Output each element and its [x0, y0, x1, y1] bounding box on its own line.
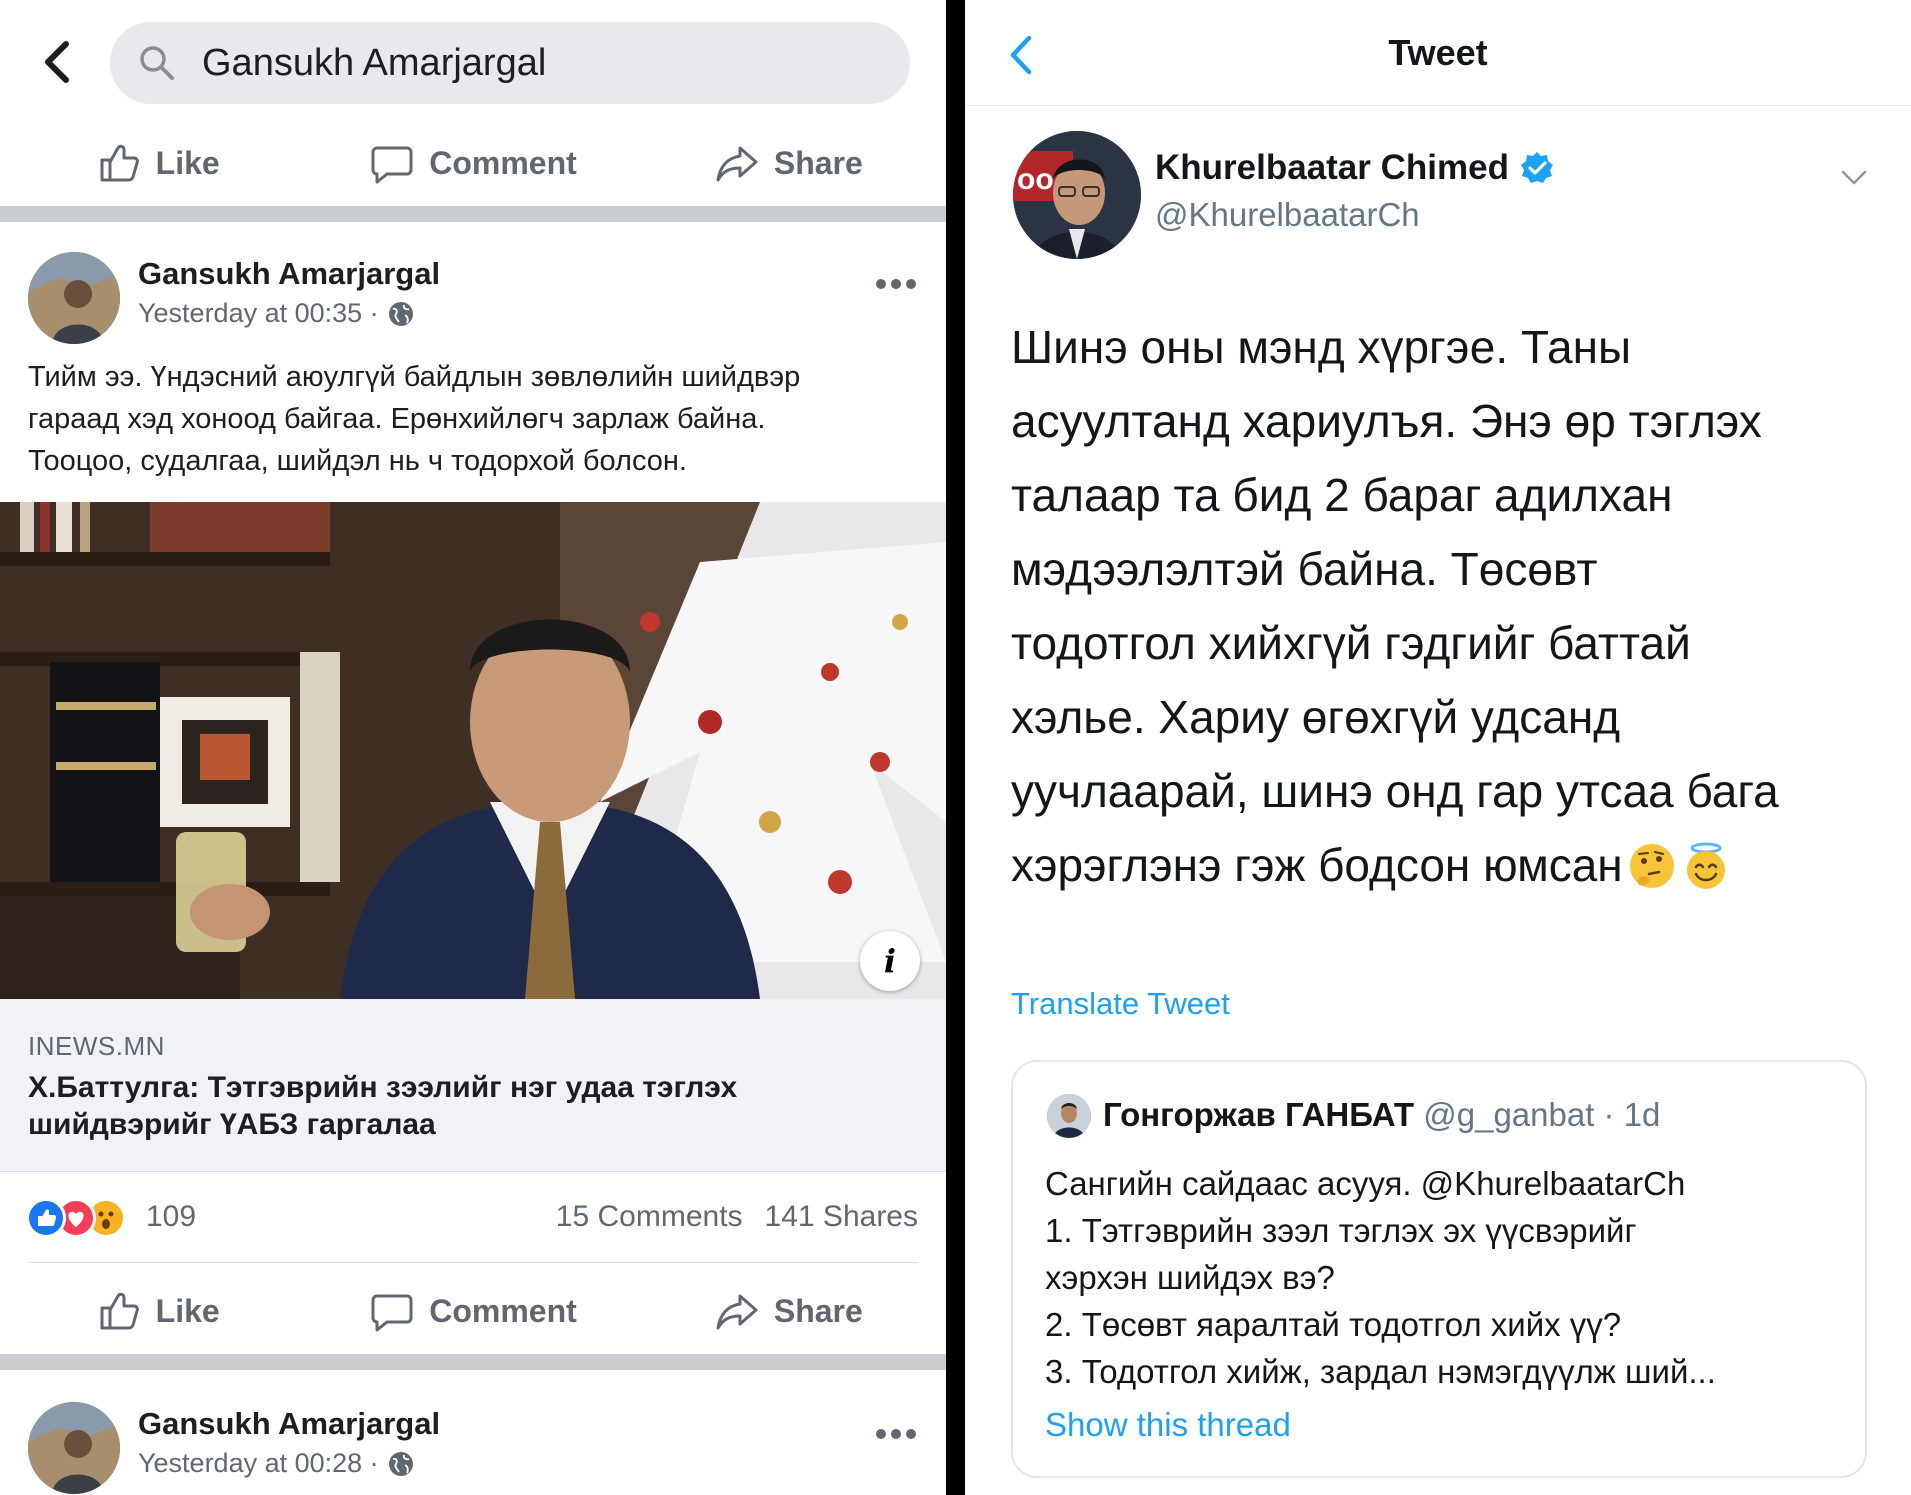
translate-tweet-link[interactable]: Translate Tweet	[1011, 986, 1230, 1022]
post-action-bar: Like Comment Share	[0, 1268, 946, 1354]
comment-bubble-icon	[371, 1294, 413, 1332]
globe-icon	[388, 1451, 413, 1476]
quoted-text-line: 2. Төсөвт яаралтай тодотгол хийх үү?	[1045, 1306, 1622, 1343]
svg-text:oo: oo	[1017, 163, 1054, 196]
quoted-tweet-age: · 1d	[1603, 1096, 1661, 1133]
quoted-author: Гонгоржав ГАНБАТ @g_ganbat · 1d	[1103, 1096, 1660, 1134]
reactions-bar: 109 15 Comments 141 Shares	[0, 1176, 946, 1260]
tweet-text-line: хэлье. Хариу өгөхгүй удсанд	[1011, 691, 1621, 743]
more-options-icon[interactable]	[876, 1426, 920, 1442]
like-reaction-icon	[26, 1198, 66, 1238]
quoted-avatar[interactable]	[1047, 1094, 1091, 1138]
avatar[interactable]	[28, 1402, 120, 1494]
comment-button[interactable]: Comment	[315, 1268, 630, 1354]
tweet-text-line: мэдээлэлтэй байна. Төсөвт	[1011, 543, 1598, 595]
link-domain: INEWS.MN	[28, 1031, 165, 1061]
chevron-down-icon[interactable]	[1837, 160, 1871, 194]
search-query[interactable]: Gansukh Amarjargal	[202, 40, 546, 86]
post-text-line: Тооцоо, судалгаа, шийдэл нь ч тодорхой б…	[28, 445, 687, 477]
tweet-text-line: уучлаарай, шинэ онд гар утсаа бага	[1011, 765, 1779, 817]
search-bar[interactable]: Gansukh Amarjargal	[110, 22, 910, 104]
post-separator	[0, 1354, 946, 1370]
tweet-text: Шинэ оны мэнд хүргэе. Таны асуултанд хар…	[1011, 310, 1881, 902]
info-icon[interactable]: i	[860, 931, 920, 991]
link-preview-image[interactable]: i	[0, 502, 946, 999]
back-arrow-icon[interactable]	[36, 36, 76, 88]
like-button[interactable]: Like	[0, 1268, 315, 1354]
like-label: Like	[155, 144, 220, 181]
link-preview-card[interactable]: INEWS.MN Х.Баттулга: Тэтгэврийн зээлийг …	[0, 999, 946, 1172]
post-text-line: Тийм ээ. Үндэсний аюулгүй байдлын зөвлөл…	[28, 361, 801, 393]
facebook-panel: Gansukh Amarjargal Like Comment Share Ga…	[0, 0, 946, 1495]
share-arrow-icon	[716, 146, 758, 182]
facebook-header: Gansukh Amarjargal	[0, 0, 946, 124]
author-handle[interactable]: @KhurelbaatarCh	[1155, 196, 1420, 234]
share-button[interactable]: Share	[631, 1268, 946, 1354]
author-name[interactable]: Khurelbaatar Chimed	[1155, 148, 1555, 188]
tweet-text-line: хэрэглэнэ гэж бодсон юмсан	[1011, 839, 1623, 891]
quoted-text-line: хэрхэн шийдэх вэ?	[1045, 1259, 1335, 1296]
show-thread-link[interactable]: Show this thread	[1045, 1406, 1291, 1444]
avatar[interactable]: oo	[1013, 131, 1141, 259]
tweet-text-line: Шинэ оны мэнд хүргэе. Таны	[1011, 321, 1632, 373]
tweet-header: Tweet	[965, 0, 1911, 106]
comment-button[interactable]: Comment	[315, 120, 630, 206]
thinking-face-icon	[1629, 844, 1674, 888]
link-title-line: шийдвэрийг ҮАБЗ гаргалаа	[28, 1108, 436, 1141]
tweet-text-line: тодотгол хийхгүй гэдгийг баттай	[1011, 617, 1691, 669]
quoted-author-name: Гонгоржав ГАНБАТ	[1103, 1096, 1415, 1133]
quoted-text-line: 3. Тодотгол хийж, зардал нэмэгдүүлж ший.…	[1045, 1353, 1716, 1390]
verified-badge-icon	[1520, 152, 1553, 183]
reaction-count[interactable]: 109	[146, 1200, 196, 1234]
page-title: Tweet	[1388, 32, 1488, 73]
post-timestamp[interactable]: Yesterday at 00:35 ·	[138, 298, 415, 329]
like-button[interactable]: Like	[0, 120, 315, 206]
panel-divider	[946, 0, 965, 1495]
quoted-text-line: 1. Тэтгэврийн зээл тэглэх эх үүсвэрийг	[1045, 1212, 1637, 1249]
thumbs-up-icon	[100, 1292, 139, 1330]
post-timestamp[interactable]: Yesterday at 00:28 ·	[138, 1448, 415, 1479]
smiling-face-with-halo-icon	[1686, 842, 1725, 889]
search-icon	[140, 46, 174, 80]
quoted-tweet-text: Сангийн сайдаас асууя. @KhurelbaatarCh 1…	[1045, 1160, 1845, 1395]
post-body: Тийм ээ. Үндэсний аюулгүй байдлын зөвлөл…	[28, 356, 928, 482]
comment-bubble-icon	[371, 146, 413, 184]
tweet-text-line: асуултанд хариулъя. Энэ өр тэглэх	[1011, 395, 1762, 447]
share-button[interactable]: Share	[631, 120, 946, 206]
post-separator	[0, 206, 946, 222]
engagement-stats: 15 Comments 141 Shares	[556, 1200, 918, 1234]
share-arrow-icon	[716, 1294, 758, 1330]
author-name-text: Khurelbaatar Chimed	[1155, 148, 1509, 187]
share-label: Share	[773, 144, 863, 181]
globe-icon	[388, 301, 413, 326]
tweet-text-line: талаар та бид 2 бараг адилхан	[1011, 469, 1673, 521]
thumbs-up-icon	[100, 144, 139, 182]
next-post-header: Gansukh Amarjargal Yesterday at 00:28 ·	[0, 1396, 946, 1495]
post-header: Gansukh Amarjargal Yesterday at 00:35 ·	[0, 246, 946, 356]
quoted-text-line: Сангийн сайдаас асууя. @KhurelbaatarCh	[1045, 1165, 1686, 1202]
link-title-line: Х.Баттулга: Тэтгэврийн зээлийг нэг удаа …	[28, 1071, 738, 1104]
reaction-icons[interactable]	[26, 1198, 146, 1238]
quoted-author-handle: @g_ganbat	[1423, 1096, 1595, 1133]
like-label: Like	[155, 1292, 220, 1329]
divider	[28, 1262, 918, 1263]
post-time-text: Yesterday at 00:28 ·	[138, 1448, 379, 1478]
comment-label: Comment	[429, 144, 577, 181]
previous-post-action-bar: Like Comment Share	[0, 120, 946, 206]
more-options-icon[interactable]	[876, 276, 920, 292]
post-author-name[interactable]: Gansukh Amarjargal	[138, 256, 440, 292]
comments-count[interactable]: 15 Comments	[556, 1200, 743, 1234]
quoted-tweet[interactable]: Гонгоржав ГАНБАТ @g_ganbat · 1d Сангийн …	[1011, 1060, 1867, 1478]
tweet-text-line-last: хэрэглэнэ гэж бодсон юмсан	[1011, 828, 1881, 902]
comment-label: Comment	[429, 1292, 577, 1329]
twitter-panel: Tweet oo Khurelbaatar Chimed @Khurelbaat…	[965, 0, 1911, 1495]
post-time-text: Yesterday at 00:35 ·	[138, 298, 379, 328]
link-title: Х.Баттулга: Тэтгэврийн зээлийг нэг удаа …	[28, 1069, 908, 1143]
post-author-name[interactable]: Gansukh Amarjargal	[138, 1406, 440, 1442]
share-label: Share	[773, 1292, 863, 1329]
post-text-line: гараад хэд хоноод байгаа. Ерөнхийлөгч за…	[28, 403, 766, 435]
avatar[interactable]	[28, 252, 120, 344]
shares-count[interactable]: 141 Shares	[765, 1200, 918, 1234]
